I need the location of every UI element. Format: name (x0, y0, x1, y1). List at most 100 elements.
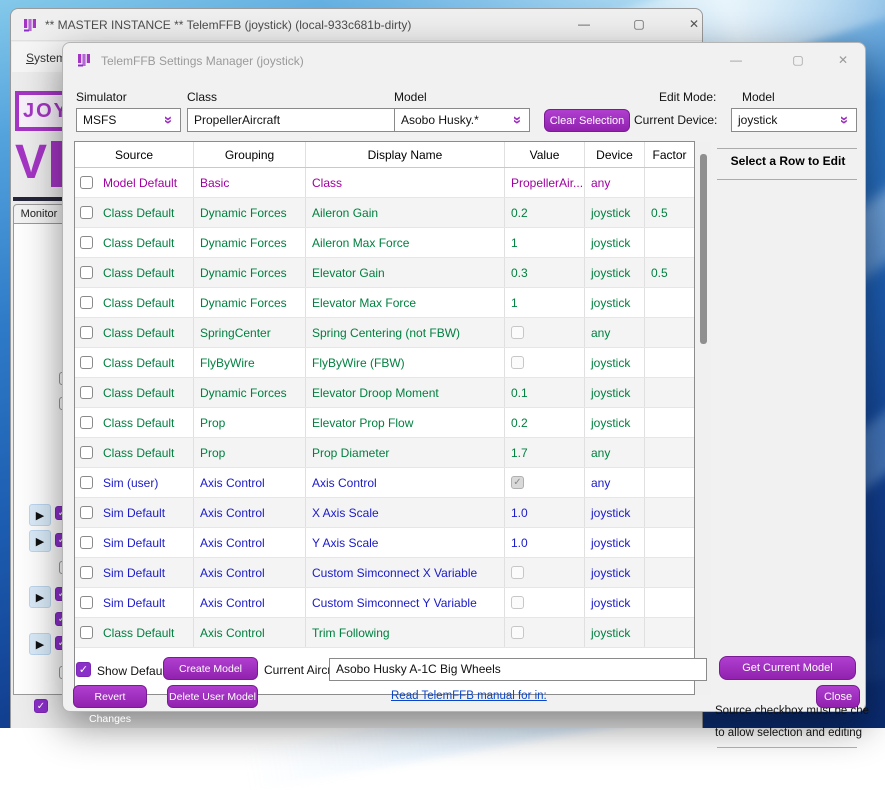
scrollbar-thumb[interactable] (700, 154, 707, 344)
close-button[interactable]: Close (816, 685, 860, 708)
value-checkbox[interactable]: ✓ (511, 476, 524, 489)
model-select[interactable]: Asobo Husky.* » (394, 108, 530, 132)
maximize-button[interactable]: ▢ (778, 45, 818, 75)
grouping-cell: Prop (194, 408, 306, 437)
logo-divider (13, 197, 69, 201)
minimize-button[interactable]: — (562, 9, 606, 40)
source-checkbox[interactable] (80, 476, 93, 489)
device-cell: joystick (585, 198, 645, 227)
table-row[interactable]: Model Default Basic Class PropellerAir... an… (75, 168, 694, 198)
source-checkbox[interactable] (80, 626, 93, 639)
revert-changes-button[interactable]: Revert Changes (73, 685, 147, 725)
display-name-cell: Spring Centering (not FBW) (306, 318, 505, 347)
table-row[interactable]: Sim Default Axis Control X Axis Scale 1.0 jo… (75, 498, 694, 528)
device-cell: joystick (585, 288, 645, 317)
display-name-cell: Prop Diameter (306, 438, 505, 467)
source-checkbox[interactable] (80, 446, 93, 459)
maximize-button[interactable]: ▢ (617, 9, 661, 40)
edit-panel: Select a Row to Edit Source checkbox mus… (713, 141, 869, 748)
play-button[interactable]: ▶ (29, 586, 51, 608)
column-header-value[interactable]: Value (505, 142, 585, 167)
value-cell: 1 (505, 288, 585, 317)
table-row[interactable]: Sim Default Axis Control Y Axis Scale 1.0 jo… (75, 528, 694, 558)
source-text: Class Default (103, 386, 175, 400)
table-row[interactable]: Sim Default Axis Control Custom Simconnect… (75, 588, 694, 618)
source-checkbox[interactable] (80, 386, 93, 399)
main-window-titlebar[interactable]: ** MASTER INSTANCE ** TelemFFB (joystick… (11, 9, 702, 41)
column-header-grouping[interactable]: Grouping (194, 142, 306, 167)
current-device-select[interactable]: joystick » (731, 108, 857, 132)
show-defaults-checkbox[interactable]: ✓ (76, 662, 91, 677)
factor-cell (645, 408, 694, 437)
delete-user-model-button[interactable]: Delete User Model (167, 685, 258, 708)
value-checkbox[interactable] (511, 566, 524, 579)
column-header-source[interactable]: Source (75, 142, 194, 167)
factor-cell: 0.5 (651, 266, 668, 280)
value-checkbox[interactable] (511, 356, 524, 369)
source-checkbox[interactable] (80, 536, 93, 549)
source-cell: Sim Default (75, 498, 194, 527)
factor-cell (645, 288, 694, 317)
value-cell: 0.1 (505, 378, 585, 407)
display-name-cell: Axis Control (306, 468, 505, 497)
table-row[interactable]: Class Default SpringCenter Spring Centerin… (75, 318, 694, 348)
grouping-cell: Dynamic Forces (194, 228, 306, 257)
table-row[interactable]: Class Default Dynamic Forces Aileron Max F… (75, 228, 694, 258)
tab-monitor[interactable]: Monitor (13, 204, 65, 224)
get-current-model-button[interactable]: Get Current Model (719, 656, 856, 680)
table-row[interactable]: Class Default Dynamic Forces Elevator Gain… (75, 258, 694, 288)
close-button[interactable]: ✕ (672, 9, 716, 40)
manual-link[interactable]: Read TelemFFB manual for in: (391, 690, 547, 702)
source-checkbox[interactable] (80, 326, 93, 339)
source-checkbox[interactable] (80, 296, 93, 309)
chevron-down-icon: » (160, 115, 177, 125)
grouping-cell: Axis Control (194, 558, 306, 587)
value-checkbox[interactable] (511, 596, 524, 609)
display-name-cell: Custom Simconnect Y Variable (306, 588, 505, 617)
table-row[interactable]: Class Default Axis Control Trim Following j… (75, 618, 694, 648)
table-row[interactable]: Class Default Prop Prop Diameter 1.7 any (75, 438, 694, 468)
table-row[interactable]: Class Default Dynamic Forces Elevator Droo… (75, 378, 694, 408)
table-row[interactable]: Class Default Dynamic Forces Aileron Gain 0… (75, 198, 694, 228)
column-header-device[interactable]: Device (585, 142, 645, 167)
v-logo: V (15, 136, 47, 189)
value-checkbox[interactable] (511, 326, 524, 339)
play-button[interactable]: ▶ (29, 530, 51, 552)
table-row[interactable]: Class Default Prop Elevator Prop Flow 0.2 jo… (75, 408, 694, 438)
create-model-setting-button[interactable]: Create Model Setting (163, 657, 258, 697)
source-cell: Model Default (75, 168, 194, 197)
source-checkbox[interactable] (80, 596, 93, 609)
class-select[interactable]: PropellerAircraft » (187, 108, 427, 132)
source-cell: Class Default (75, 408, 194, 437)
source-checkbox[interactable] (80, 176, 93, 189)
value-checkbox[interactable] (511, 626, 524, 639)
column-header-factor[interactable]: Factor (645, 142, 694, 167)
enabled-checkbox[interactable]: ✓ (34, 699, 48, 713)
source-cell: Class Default (75, 378, 194, 407)
play-button[interactable]: ▶ (29, 504, 51, 526)
play-button[interactable]: ▶ (29, 633, 51, 655)
source-checkbox[interactable] (80, 236, 93, 249)
source-checkbox[interactable] (80, 506, 93, 519)
table-row[interactable]: Sim (user) Axis Control Axis Control ✓ any (75, 468, 694, 498)
source-checkbox[interactable] (80, 356, 93, 369)
source-checkbox[interactable] (80, 266, 93, 279)
table-row[interactable]: Sim Default Axis Control Custom Simconnect… (75, 558, 694, 588)
source-cell: Class Default (75, 438, 194, 467)
simulator-select[interactable]: MSFS » (76, 108, 181, 132)
source-checkbox[interactable] (80, 566, 93, 579)
dialog-titlebar[interactable]: TelemFFB Settings Manager (joystick) — ▢… (63, 43, 865, 77)
column-header-display-name[interactable]: Display Name (306, 142, 505, 167)
value-cell: 1.7 (505, 438, 585, 467)
source-checkbox[interactable] (80, 206, 93, 219)
close-icon-button[interactable]: ✕ (823, 45, 863, 75)
current-aircraft-field[interactable]: Asobo Husky A-1C Big Wheels (329, 658, 707, 681)
source-checkbox[interactable] (80, 416, 93, 429)
table-scrollbar[interactable] (696, 142, 711, 695)
clear-selection-button[interactable]: Clear Selection (544, 109, 630, 132)
main-window-title: ** MASTER INSTANCE ** TelemFFB (joystick… (45, 18, 412, 32)
table-row[interactable]: Class Default Dynamic Forces Elevator Max … (75, 288, 694, 318)
minimize-button[interactable]: — (716, 45, 756, 75)
table-row[interactable]: Class Default FlyByWire FlyByWire (FBW) joy… (75, 348, 694, 378)
source-text: Class Default (103, 626, 175, 640)
